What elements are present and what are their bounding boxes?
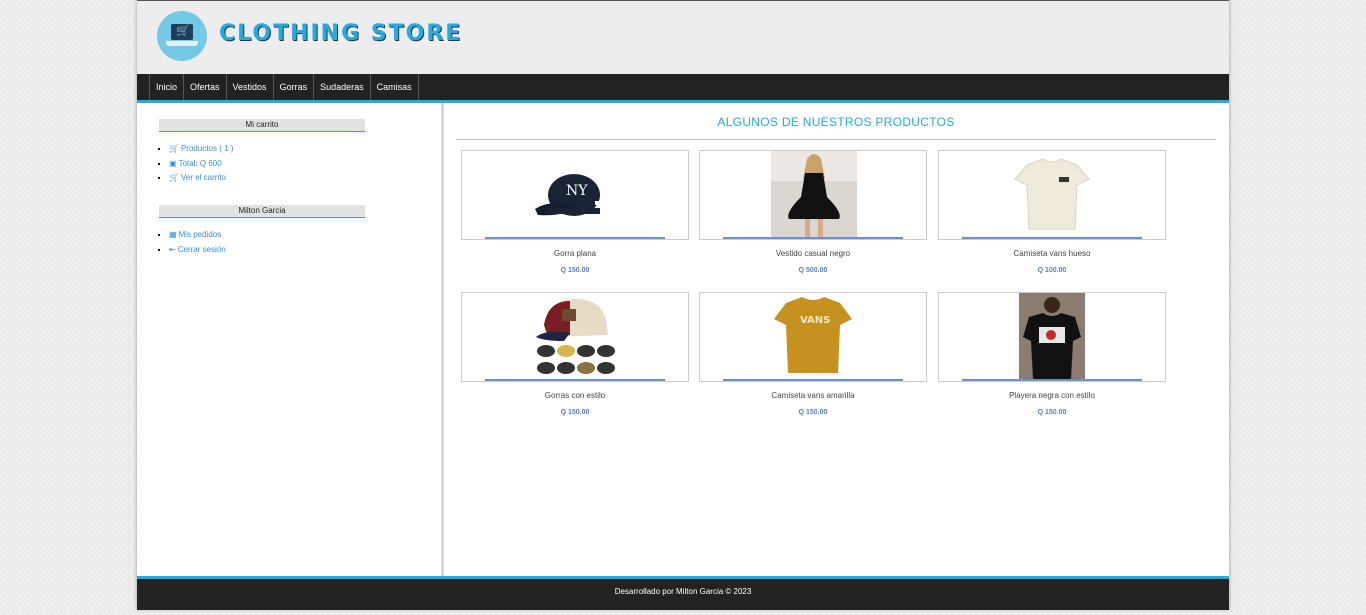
main-content: ALGUNOS DE NUESTROS PRODUCTOS NY Gorra p… <box>444 103 1229 576</box>
dress-image <box>771 151 857 237</box>
card-underline <box>962 237 1142 239</box>
product-price: Q 150.00 <box>560 267 590 274</box>
product-price: Q 500.00 <box>798 267 828 274</box>
caps-collection-image <box>536 299 615 374</box>
cart-products-link[interactable]: Productos ( 1 ) <box>181 144 233 153</box>
product-card[interactable]: VANS Camiseta vans amarilla Q 150.00 <box>699 292 927 416</box>
card-underline <box>723 379 903 381</box>
svg-text:NY: NY <box>566 183 588 199</box>
product-image-frame[interactable] <box>938 292 1166 382</box>
cart-icon: 🛒 <box>169 144 179 153</box>
product-name[interactable]: Gorra plana <box>461 249 689 259</box>
card-underline <box>485 379 665 381</box>
nav-item-gorras[interactable]: Gorras <box>272 74 314 100</box>
logout-link[interactable]: Cerrar sesión <box>178 245 226 254</box>
main-nav: Inicio Ofertas Vestidos Gorras Sudaderas… <box>137 74 1229 103</box>
card-underline <box>485 237 665 239</box>
card-underline <box>962 379 1142 381</box>
tshirt-yellow-image: VANS <box>774 297 852 373</box>
my-orders-link[interactable]: Mis pedidos <box>179 230 222 239</box>
product-name[interactable]: Playera negra con estilo <box>938 391 1166 401</box>
product-price: Q 150.00 <box>560 409 590 416</box>
cart-block-title: Mi carrito <box>159 119 365 132</box>
nav-item-sudaderas[interactable]: Sudaderas <box>313 74 370 100</box>
product-price: Q 150.00 <box>1037 409 1067 416</box>
section-title: ALGUNOS DE NUESTROS PRODUCTOS <box>456 113 1216 140</box>
product-name[interactable]: Gorras con estilo <box>461 391 689 401</box>
svg-text:VANS: VANS <box>800 315 830 326</box>
cart-block: Mi carrito 🛒Productos ( 1 ) ▣Total: Q 60… <box>159 119 365 186</box>
store-logo[interactable]: 🛒 <box>157 11 207 61</box>
tshirt-black-image <box>1019 293 1085 379</box>
site-title[interactable]: CLOTHING STORE <box>219 21 462 46</box>
nav-item-inicio[interactable]: Inicio <box>149 74 183 100</box>
cart-total-item[interactable]: ▣Total: Q 600 <box>169 157 365 172</box>
laptop-base <box>166 41 198 46</box>
nav-item-vestidos[interactable]: Vestidos <box>225 74 273 100</box>
product-card[interactable]: Camiseta vans hueso Q 100.00 <box>938 150 1166 274</box>
product-price: Q 150.00 <box>798 409 828 416</box>
footer: Desarrollado por Milton Garcia © 2023 <box>137 576 1229 610</box>
product-image-frame[interactable] <box>938 150 1166 240</box>
page-wrapper: 🛒 CLOTHING STORE Inicio Ofertas Vestidos… <box>137 0 1229 610</box>
product-card[interactable]: Vestido casual negro Q 500.00 <box>699 150 927 274</box>
view-cart-link[interactable]: Ver el carrito <box>181 173 226 182</box>
product-image-frame[interactable]: NY <box>461 150 689 240</box>
header: 🛒 CLOTHING STORE <box>137 1 1229 74</box>
product-card[interactable]: Gorras con estilo Q 150.00 <box>461 292 689 416</box>
my-orders-item[interactable]: ▦Mis pedidos <box>169 228 365 243</box>
nav-item-camisas[interactable]: Camisas <box>369 74 419 100</box>
product-name[interactable]: Vestido casual negro <box>699 249 927 259</box>
product-image-frame[interactable]: VANS <box>699 292 927 382</box>
tshirt-cream-image <box>1014 158 1090 230</box>
view-cart-item[interactable]: 🛒Ver el carrito <box>169 171 365 186</box>
cap-image: NY <box>535 174 600 216</box>
cart-icon: 🛒 <box>169 173 179 182</box>
cart-total-link[interactable]: Total: Q 600 <box>179 159 222 168</box>
card-underline <box>723 237 903 239</box>
product-card[interactable]: Playera negra con estilo Q 150.00 <box>938 292 1166 416</box>
cart-icon: 🛒 <box>176 25 190 37</box>
product-name[interactable]: Camiseta vans amarilla <box>699 391 927 401</box>
product-price: Q 100.00 <box>1037 267 1067 274</box>
product-image-frame[interactable] <box>461 292 689 382</box>
clipboard-icon: ▦ <box>169 230 177 239</box>
money-icon: ▣ <box>169 158 177 168</box>
cart-products-item[interactable]: 🛒Productos ( 1 ) <box>169 142 365 157</box>
product-image-frame[interactable] <box>699 150 927 240</box>
product-card[interactable]: NY Gorra plana Q 150.00 <box>461 150 689 274</box>
product-name[interactable]: Camiseta vans hueso <box>938 249 1166 259</box>
nav-item-ofertas[interactable]: Ofertas <box>183 74 226 100</box>
user-block-title: Milton Garcia <box>159 205 365 218</box>
user-block: Milton Garcia ▦Mis pedidos ⇤Cerrar sesió… <box>159 205 365 257</box>
logout-icon: ⇤ <box>169 244 176 254</box>
sidebar: Mi carrito 🛒Productos ( 1 ) ▣Total: Q 60… <box>137 103 444 576</box>
logout-item[interactable]: ⇤Cerrar sesión <box>169 243 365 258</box>
